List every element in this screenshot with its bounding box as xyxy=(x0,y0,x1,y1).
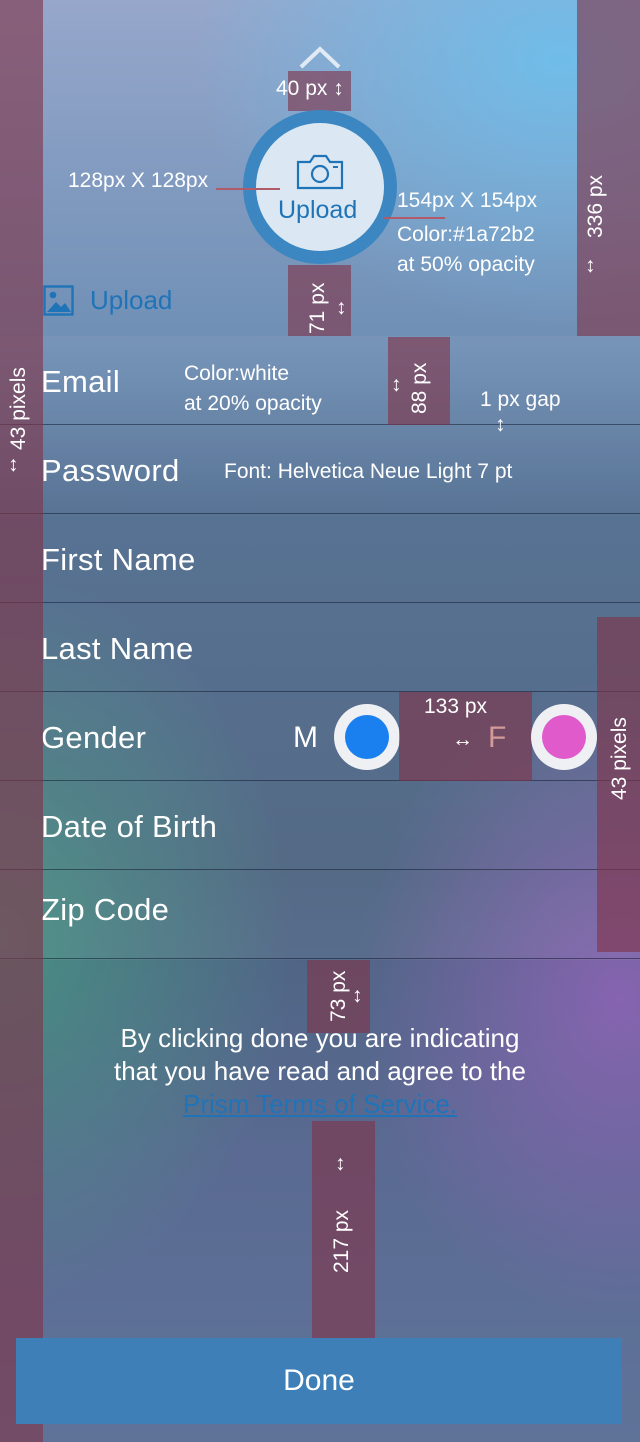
email-label: Email xyxy=(41,364,121,399)
done-button-label: Done xyxy=(283,1364,355,1397)
annotation-right-margin: 43 pixels xyxy=(608,717,631,800)
terms-of-service-link[interactable]: Prism Terms of Service. xyxy=(183,1089,457,1119)
annotation-bottom-gap: 217 px xyxy=(330,1209,353,1273)
annotation-radio-gap-arrow: ↔ xyxy=(452,728,473,751)
avatar-upload-label[interactable]: Upload xyxy=(278,196,357,225)
annotation-bottom-gap-arrow: ↕ xyxy=(335,1152,346,1175)
upload-link[interactable]: Upload xyxy=(90,285,172,316)
annotation-1px-gap: 1 px gap xyxy=(480,388,561,411)
annotation-top-gap: 40 px ↕ xyxy=(276,77,344,100)
annotation-circle-gap: 71 px xyxy=(306,282,329,334)
chevron-up-icon[interactable] xyxy=(298,44,342,70)
annotation-form-gap-arrow: ↕ xyxy=(352,984,363,1007)
last-name-label: Last Name xyxy=(41,631,194,666)
annotation-left-margin: 43 pixels xyxy=(7,367,30,450)
annotation-row-color-line1: Color:white xyxy=(184,362,290,385)
gender-male-label: M xyxy=(293,721,318,754)
gender-female-radio[interactable] xyxy=(531,704,597,770)
gender-label: Gender xyxy=(41,720,147,755)
left-margin-guide xyxy=(0,0,43,336)
annotation-left-margin-arrow: ↕ xyxy=(8,453,19,476)
zip-code-label: Zip Code xyxy=(41,892,170,927)
annotation-leader-inner xyxy=(216,188,280,190)
password-label: Password xyxy=(41,453,180,488)
signup-form: Email Password First Name Last Name Gend… xyxy=(0,336,640,960)
annotation-row-height-arrow: ↕ xyxy=(391,373,402,396)
annotation-color-line1: Color:#1a72b2 xyxy=(397,223,535,246)
terms-text: By clicking done you are indicating that… xyxy=(40,1022,600,1121)
gender-male-dot xyxy=(345,715,389,759)
form-row-first-name[interactable]: First Name xyxy=(0,514,640,603)
terms-line-1: By clicking done you are indicating xyxy=(120,1023,520,1053)
annotation-1px-gap-arrow: ↕ xyxy=(495,413,506,436)
annotation-font: Font: Helvetica Neue Light 7 pt xyxy=(224,460,513,483)
form-row-last-name[interactable]: Last Name xyxy=(0,603,640,692)
right-margin-guide xyxy=(577,0,640,336)
annotation-radio-gap: 133 px xyxy=(424,695,488,718)
annotation-row-color-line2: at 20% opacity xyxy=(184,392,322,415)
form-row-zip-code[interactable]: Zip Code xyxy=(0,870,640,959)
terms-line-2: that you have read and agree to the xyxy=(114,1056,526,1086)
image-icon[interactable] xyxy=(43,285,74,316)
annotation-form-gap: 73 px xyxy=(327,970,350,1022)
gender-female-label: F xyxy=(488,721,507,754)
left-margin-guide-lower xyxy=(0,336,43,1442)
date-of-birth-label: Date of Birth xyxy=(41,809,218,844)
annotation-inner-size: 128px X 128px xyxy=(68,169,209,192)
annotation-header-height: 336 px xyxy=(584,174,607,238)
annotation-leader-outer xyxy=(383,217,445,219)
annotation-header-arrow: ↕ xyxy=(585,254,596,277)
gender-female-dot xyxy=(542,715,586,759)
annotation-outer-size: 154px X 154px xyxy=(397,189,538,212)
form-row-date-of-birth[interactable]: Date of Birth xyxy=(0,781,640,870)
annotation-row-height: 88 px xyxy=(408,362,431,414)
annotation-circle-gap-arrow: ↕ xyxy=(336,296,347,319)
first-name-label: First Name xyxy=(41,542,196,577)
camera-icon xyxy=(296,154,344,190)
profile-header: Upload Upload 40 px ↕ 128px X 128px 154p… xyxy=(0,0,640,336)
gender-male-radio[interactable] xyxy=(334,704,400,770)
done-button[interactable]: Done xyxy=(16,1338,622,1424)
annotation-color-line2: at 50% opacity xyxy=(397,253,535,276)
